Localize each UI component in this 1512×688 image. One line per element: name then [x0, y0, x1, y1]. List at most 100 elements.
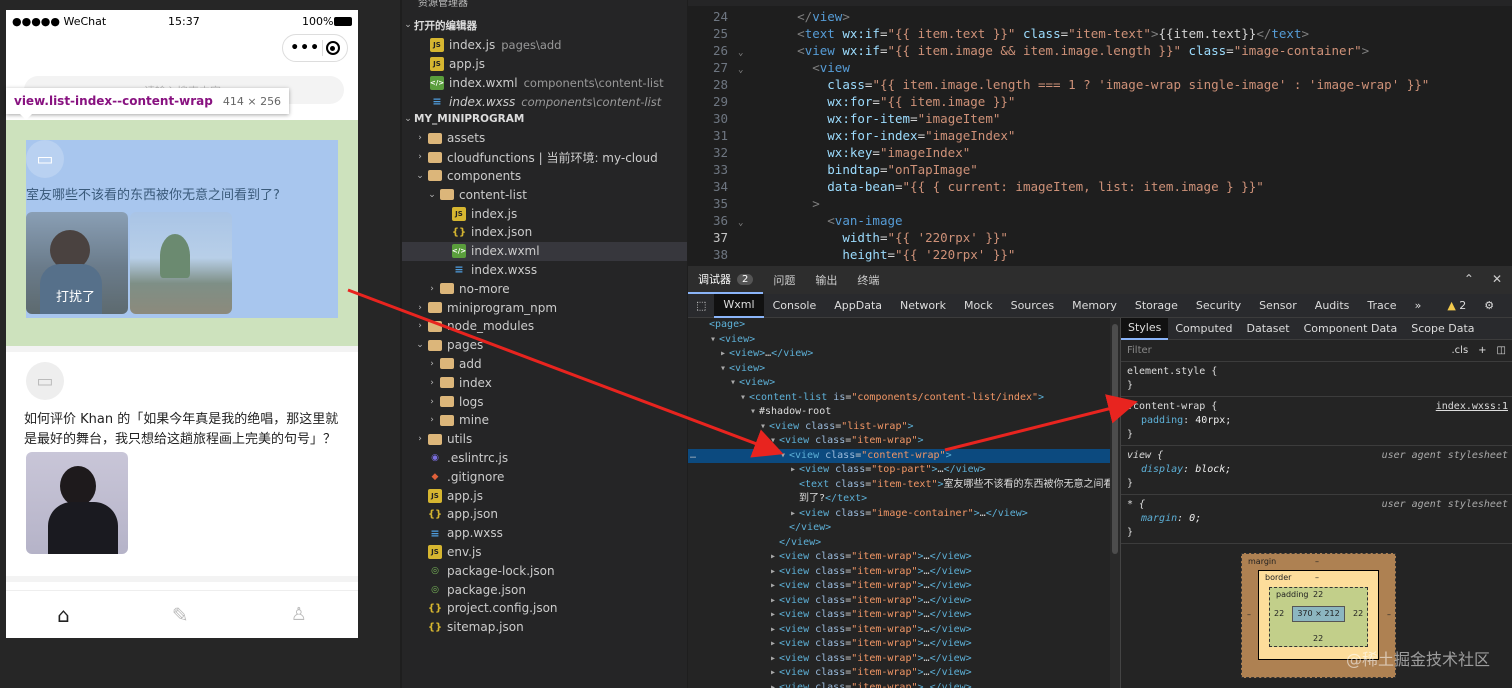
expand-triangle-icon[interactable]: ▾	[730, 376, 739, 391]
code-line[interactable]: 30 wx:for-item="imageItem"	[688, 111, 1000, 128]
expand-triangle-icon[interactable]: ▾	[740, 391, 749, 406]
panel-tab-memory[interactable]: Memory	[1063, 294, 1126, 318]
dom-node[interactable]: ▸ <view class="item-wrap">…</view>	[688, 681, 1110, 688]
code-line[interactable]: 26 ⌄ <view wx:if="{{ item.image && item.i…	[688, 43, 1369, 60]
collapse-triangle-icon[interactable]: ▸	[770, 681, 779, 688]
panel-tab-console[interactable]: Console	[764, 294, 826, 318]
dom-node[interactable]: ▾ <view>	[688, 376, 1110, 391]
wxml-tree[interactable]: <page> ▾ <view> ▸ <view>…</view> ▾ <view> ▾ <vie…	[688, 318, 1110, 688]
add-rule-icon[interactable]: +	[1478, 345, 1486, 356]
dom-node[interactable]: ▸ <view>…</view>	[688, 347, 1110, 362]
styles-tab-computed[interactable]: Computed	[1168, 318, 1239, 340]
styles-tab-dataset[interactable]: Dataset	[1240, 318, 1297, 340]
toggle-sidebar-icon[interactable]: ◫	[1497, 345, 1506, 356]
panel-tab-appdata[interactable]: AppData	[825, 294, 891, 318]
file-item[interactable]: ◎ package-lock.json	[402, 561, 687, 580]
post-1-image-1[interactable]: 打扰了	[26, 212, 128, 314]
dom-node[interactable]: <page>	[688, 318, 1110, 333]
panel-tab-mock[interactable]: Mock	[955, 294, 1002, 318]
collapse-triangle-icon[interactable]: ▸	[790, 463, 799, 478]
post-2-text[interactable]: 如何评价 Khan 的「如果今年真是我的绝唱，那这里就是最好的舞台，我只想给这趟…	[24, 410, 342, 450]
style-rule[interactable]: * {user agent stylesheet margin: 0;}	[1121, 495, 1512, 544]
edit-icon[interactable]: ✎	[172, 603, 189, 627]
folder-item[interactable]: ⌄ pages	[402, 336, 687, 355]
code-line[interactable]: 31 wx:for-index="imageIndex"	[688, 128, 1015, 145]
dom-node[interactable]: 到了?</text>	[688, 492, 1110, 507]
fold-chevron-icon[interactable]: ⌄	[738, 65, 752, 75]
dom-node[interactable]: ▸ <view class="item-wrap">…</view>	[688, 565, 1110, 580]
folder-item[interactable]: › assets	[402, 129, 687, 148]
dom-node[interactable]: </view>	[688, 536, 1110, 551]
file-item[interactable]: {} project.config.json	[402, 599, 687, 618]
cls-toggle[interactable]: .cls	[1451, 345, 1468, 356]
code-line[interactable]: 24 </view>	[688, 9, 850, 26]
folder-item[interactable]: › miniprogram_npm	[402, 298, 687, 317]
file-item[interactable]: {} app.json	[402, 505, 687, 524]
panel-tab-audits[interactable]: Audits	[1306, 294, 1359, 318]
code-line[interactable]: 27 ⌄ <view	[688, 60, 850, 77]
settings-icon[interactable]: ⚙	[1475, 294, 1503, 318]
code-line[interactable]: 38 height="{{ '220rpx' }}"	[688, 247, 1015, 264]
devtools-tab-0[interactable]: 调试器 2	[688, 266, 764, 294]
post-1-avatar[interactable]: ▭	[26, 140, 64, 178]
post-1-image-2[interactable]	[130, 212, 232, 314]
dom-node[interactable]: ▾ <view class="item-wrap">	[688, 434, 1110, 449]
warning-counter[interactable]: ▲ 2	[1438, 294, 1475, 318]
style-rule[interactable]: element.style {}	[1121, 362, 1512, 397]
collapse-triangle-icon[interactable]: ▸	[770, 666, 779, 681]
tree-scrollbar[interactable]	[1110, 318, 1120, 688]
file-item[interactable]: </> index.wxml	[402, 241, 687, 261]
dom-node[interactable]: ▾ <view class="list-wrap">	[688, 420, 1110, 435]
style-property[interactable]: margin: 0;	[1127, 512, 1506, 526]
file-item[interactable]: ≡ app.wxss	[402, 524, 687, 543]
folder-item[interactable]: › node_modules	[402, 317, 687, 336]
panel-tab-security[interactable]: Security	[1187, 294, 1250, 318]
dom-node[interactable]: ▸ <view class="item-wrap">…</view>	[688, 550, 1110, 565]
code-line[interactable]: 28 class="{{ item.image.length === 1 ? '…	[688, 77, 1429, 94]
open-editor-item[interactable]: ≡ index.wxss components\content-list	[402, 92, 687, 111]
file-item[interactable]: JS env.js	[402, 543, 687, 562]
style-property[interactable]: display: block;	[1127, 463, 1506, 477]
collapse-triangle-icon[interactable]: ▸	[770, 565, 779, 580]
collapse-triangle-icon[interactable]: ▸	[770, 623, 779, 638]
folder-item[interactable]: › logs	[402, 392, 687, 411]
dom-node[interactable]: <text class="item-text">室友哪些不该看的东西被你无意之间…	[688, 478, 1110, 493]
expand-triangle-icon[interactable]: ▾	[760, 420, 769, 435]
more-icon[interactable]: •••	[290, 40, 320, 56]
panel-tab-network[interactable]: Network	[891, 294, 955, 318]
panel-tab-sources[interactable]: Sources	[1002, 294, 1064, 318]
collapse-triangle-icon[interactable]: ▸	[770, 637, 779, 652]
open-editor-item[interactable]: JS app.js	[402, 55, 687, 74]
miniprogram-capsule[interactable]: •••	[282, 34, 348, 62]
expand-triangle-icon[interactable]: ▾	[780, 449, 789, 464]
folder-item[interactable]: › index	[402, 373, 687, 392]
devtools-tab-1[interactable]: 问题	[763, 266, 805, 294]
collapse-triangle-icon[interactable]: ▸	[790, 507, 799, 522]
filter-input[interactable]: Filter	[1127, 345, 1152, 356]
expand-triangle-icon[interactable]: ▾	[750, 405, 759, 420]
post-2-avatar[interactable]: ▭	[26, 362, 64, 400]
collapse-triangle-icon[interactable]: ▸	[720, 347, 729, 362]
open-editors-header[interactable]: ⌄ 打开的编辑器	[402, 16, 687, 35]
dom-node[interactable]: ▸ <view class="item-wrap">…</view>	[688, 594, 1110, 609]
folder-item[interactable]: › cloudfunctions | 当前环境: my-cloud	[402, 148, 687, 167]
collapse-triangle-icon[interactable]: ▸	[770, 579, 779, 594]
dom-node[interactable]: ▸ <view class="item-wrap">…</view>	[688, 623, 1110, 638]
dom-node[interactable]: </view>	[688, 521, 1110, 536]
panel-tab-trace[interactable]: Trace	[1358, 294, 1405, 318]
kebab-menu-icon[interactable]: ⋮	[1503, 294, 1512, 318]
styles-filter-bar[interactable]: Filter .cls + ◫	[1121, 340, 1512, 362]
user-icon[interactable]: ♙	[291, 604, 307, 625]
expand-triangle-icon[interactable]: ▾	[720, 362, 729, 377]
devtools-tab-2[interactable]: 输出	[805, 266, 847, 294]
expand-triangle-icon[interactable]: ▾	[710, 333, 719, 348]
code-line[interactable]: 29 wx:for="{{ item.image }}"	[688, 94, 1015, 111]
styles-tab-scope-data[interactable]: Scope Data	[1404, 318, 1481, 340]
dom-node[interactable]: ▸ <view class="image-container">…</view>	[688, 507, 1110, 522]
dom-node[interactable]: ▸ <view class="top-part">…</view>	[688, 463, 1110, 478]
dom-node[interactable]: ▾ #shadow-root	[688, 405, 1110, 420]
dom-node[interactable]: ▸ <view class="item-wrap">…</view>	[688, 652, 1110, 667]
code-line[interactable]: 36 ⌄ <van-image	[688, 213, 903, 230]
folder-item[interactable]: › mine	[402, 411, 687, 430]
folder-item[interactable]: › add	[402, 355, 687, 374]
